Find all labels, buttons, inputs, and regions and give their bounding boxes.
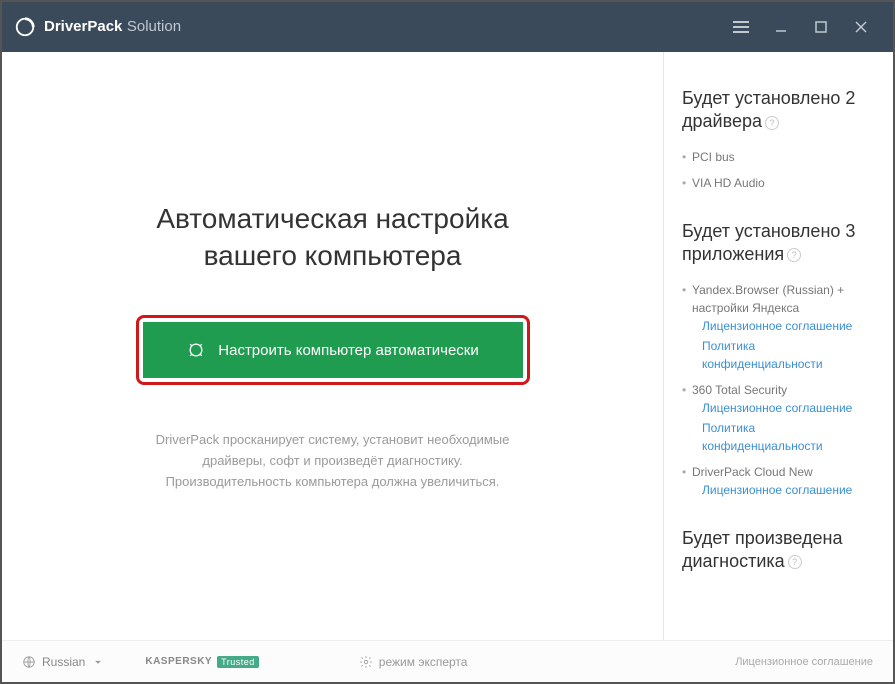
close-button[interactable] bbox=[841, 2, 881, 52]
primary-button-highlight: Настроить компьютер автоматически bbox=[136, 315, 530, 385]
license-link[interactable]: Лицензионное соглашение bbox=[692, 399, 875, 417]
desc-line1: DriverPack просканирует систему, установ… bbox=[156, 432, 510, 447]
diagnostics-heading: Будет произведена диагностика? bbox=[682, 527, 875, 574]
footer: Russian KASPERSKY Trusted режим эксперта… bbox=[2, 640, 893, 682]
apps-heading: Будет установлено 3 приложения? bbox=[682, 220, 875, 267]
driverpack-logo-icon bbox=[14, 16, 36, 38]
hamburger-icon bbox=[733, 21, 749, 33]
privacy-link[interactable]: Политика конфиденциальности bbox=[692, 337, 875, 373]
configure-automatically-button[interactable]: Настроить компьютер автоматически bbox=[143, 322, 523, 378]
close-icon bbox=[854, 20, 868, 34]
kaspersky-label: KASPERSKY bbox=[145, 656, 212, 667]
wand-icon bbox=[186, 340, 206, 360]
app-name: Yandex.Browser (Russian) + настройки Янд… bbox=[692, 283, 844, 315]
list-item: Yandex.Browser (Russian) + настройки Янд… bbox=[682, 281, 875, 373]
list-item: PCI bus bbox=[682, 148, 875, 166]
apps-list: Yandex.Browser (Russian) + настройки Янд… bbox=[682, 281, 875, 499]
app-name: DriverPack Cloud New bbox=[692, 465, 813, 479]
expert-mode-toggle[interactable]: режим эксперта bbox=[359, 655, 468, 669]
desc-line3: Производительность компьютера должна уве… bbox=[166, 474, 500, 489]
list-item: VIA HD Audio bbox=[682, 174, 875, 192]
privacy-link[interactable]: Политика конфиденциальности bbox=[692, 419, 875, 455]
expert-mode-label: режим эксперта bbox=[379, 655, 468, 669]
language-label: Russian bbox=[42, 655, 85, 669]
kaspersky-badge: KASPERSKY Trusted bbox=[145, 656, 258, 668]
app-title: DriverPack Solution bbox=[44, 18, 181, 36]
license-link[interactable]: Лицензионное соглашение bbox=[692, 317, 875, 335]
main-panel: Автоматическая настройка вашего компьюте… bbox=[2, 52, 663, 640]
primary-button-label: Настроить компьютер автоматически bbox=[218, 342, 478, 359]
list-item: DriverPack Cloud New Лицензионное соглаш… bbox=[682, 463, 875, 499]
titlebar: DriverPack Solution bbox=[2, 2, 893, 52]
language-selector[interactable]: Russian bbox=[22, 655, 105, 669]
title-line1: Автоматическая настройка bbox=[156, 203, 508, 234]
trusted-badge: Trusted bbox=[217, 656, 259, 668]
sidebar: Будет установлено 2 драйвера? PCI bus VI… bbox=[663, 52, 893, 640]
minimize-button[interactable] bbox=[761, 2, 801, 52]
chevron-down-icon bbox=[91, 655, 105, 669]
content-area: Автоматическая настройка вашего компьюте… bbox=[2, 52, 893, 640]
app-window: DriverPack Solution Автоматическая настр… bbox=[0, 0, 895, 684]
app-name: 360 Total Security bbox=[692, 383, 787, 397]
drivers-heading: Будет установлено 2 драйвера? bbox=[682, 87, 875, 134]
maximize-icon bbox=[814, 20, 828, 34]
title-line2: вашего компьютера bbox=[204, 240, 462, 271]
drivers-list: PCI bus VIA HD Audio bbox=[682, 148, 875, 192]
list-item: 360 Total Security Лицензионное соглашен… bbox=[682, 381, 875, 455]
maximize-button[interactable] bbox=[801, 2, 841, 52]
gear-icon bbox=[359, 655, 373, 669]
help-icon[interactable]: ? bbox=[765, 116, 779, 130]
license-link[interactable]: Лицензионное соглашение bbox=[692, 481, 875, 499]
help-icon[interactable]: ? bbox=[787, 248, 801, 262]
description-text: DriverPack просканирует систему, установ… bbox=[156, 430, 510, 492]
footer-license-link[interactable]: Лицензионное соглашение bbox=[735, 656, 873, 668]
desc-line2: драйверы, софт и произведёт диагностику. bbox=[202, 453, 462, 468]
page-title: Автоматическая настройка вашего компьюте… bbox=[156, 200, 508, 276]
window-controls bbox=[721, 2, 881, 52]
menu-button[interactable] bbox=[721, 2, 761, 52]
globe-icon bbox=[22, 655, 36, 669]
minimize-icon bbox=[774, 20, 788, 34]
app-logo: DriverPack Solution bbox=[14, 16, 181, 38]
help-icon[interactable]: ? bbox=[788, 555, 802, 569]
